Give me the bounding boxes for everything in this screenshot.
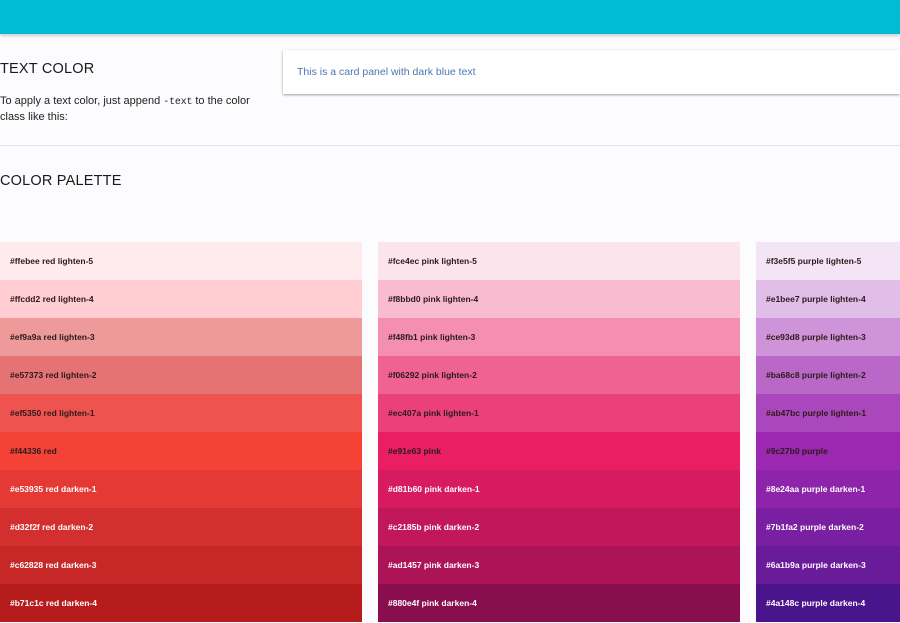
- swatch-purple-darken-3: #6a1b9a purple darken-3: [756, 546, 900, 584]
- swatch-label: #f8bbd0 pink lighten-4: [388, 294, 479, 304]
- text-color-description: To apply a text color, just append -text…: [0, 94, 275, 125]
- swatch-pink-lighten-3: #f48fb1 pink lighten-3: [378, 318, 740, 356]
- top-nav-bar: [0, 0, 900, 34]
- swatch-red-lighten-2: #e57373 red lighten-2: [0, 356, 362, 394]
- swatch-pink-lighten-1: #ec407a pink lighten-1: [378, 394, 740, 432]
- swatch-label: #880e4f pink darken-4: [388, 598, 477, 608]
- swatch-label: #b71c1c red darken-4: [10, 598, 97, 608]
- swatch-label: #ffcdd2 red lighten-4: [10, 294, 94, 304]
- swatch-red-lighten-5: #ffebee red lighten-5: [0, 242, 362, 280]
- swatch-red: #f44336 red: [0, 432, 362, 470]
- swatch-pink-darken-3: #ad1457 pink darken-3: [378, 546, 740, 584]
- swatch-pink-lighten-2: #f06292 pink lighten-2: [378, 356, 740, 394]
- swatch-red-darken-1: #e53935 red darken-1: [0, 470, 362, 508]
- swatch-label: #ba68c8 purple lighten-2: [766, 370, 866, 380]
- swatch-label: #c62828 red darken-3: [10, 560, 97, 570]
- palette-column-purple: #f3e5f5 purple lighten-5 #e1bee7 purple …: [756, 242, 900, 623]
- swatch-label: #9c27b0 purple: [766, 446, 828, 456]
- swatch-label: #f3e5f5 purple lighten-5: [766, 256, 862, 266]
- swatch-label: #ffebee red lighten-5: [10, 256, 94, 266]
- swatch-label: #7b1fa2 purple darken-2: [766, 522, 864, 532]
- section-title-text-color: TEXT COLOR: [0, 61, 95, 77]
- swatch-label: #e1bee7 purple lighten-4: [766, 294, 866, 304]
- swatch-pink: #e91e63 pink: [378, 432, 740, 470]
- swatch-label: #ce93d8 purple lighten-3: [766, 332, 866, 342]
- code-snippet: -text: [163, 97, 193, 108]
- swatch-pink-lighten-4: #f8bbd0 pink lighten-4: [378, 280, 740, 318]
- card-panel: This is a card panel with dark blue text: [283, 50, 900, 94]
- swatch-label: #ab47bc purple lighten-1: [766, 408, 867, 418]
- swatch-label: #d81b60 pink darken-1: [388, 484, 480, 494]
- swatch-label: #f48fb1 pink lighten-3: [388, 332, 476, 342]
- swatch-red-darken-4: #b71c1c red darken-4: [0, 584, 362, 622]
- swatch-label: #ad1457 pink darken-3: [388, 560, 480, 570]
- swatch-red-lighten-1: #ef5350 red lighten-1: [0, 394, 362, 432]
- palette-column-pink: #fce4ec pink lighten-5 #f8bbd0 pink ligh…: [378, 242, 740, 623]
- swatch-label: #e57373 red lighten-2: [10, 370, 97, 380]
- swatch-purple-lighten-4: #e1bee7 purple lighten-4: [756, 280, 900, 318]
- swatch-purple-lighten-5: #f3e5f5 purple lighten-5: [756, 242, 900, 280]
- swatch-label: #fce4ec pink lighten-5: [388, 256, 477, 266]
- swatch-pink-darken-4: #880e4f pink darken-4: [378, 584, 740, 622]
- swatch-label: #f44336 red: [10, 446, 57, 456]
- swatch-label: #e53935 red darken-1: [10, 484, 97, 494]
- swatch-purple-darken-1: #8e24aa purple darken-1: [756, 470, 900, 508]
- section-title-color-palette: COLOR PALETTE: [0, 173, 122, 189]
- swatch-pink-darken-1: #d81b60 pink darken-1: [378, 470, 740, 508]
- swatch-purple-lighten-2: #ba68c8 purple lighten-2: [756, 356, 900, 394]
- swatch-purple-lighten-3: #ce93d8 purple lighten-3: [756, 318, 900, 356]
- swatch-red-darken-2: #d32f2f red darken-2: [0, 508, 362, 546]
- swatch-label: #ef5350 red lighten-1: [10, 408, 95, 418]
- swatch-purple-darken-4: #4a148c purple darken-4: [756, 584, 900, 622]
- swatch-purple: #9c27b0 purple: [756, 432, 900, 470]
- swatch-label: #ec407a pink lighten-1: [388, 408, 479, 418]
- swatch-label: #c2185b pink darken-2: [388, 522, 480, 532]
- swatch-red-darken-3: #c62828 red darken-3: [0, 546, 362, 584]
- swatch-label: #d32f2f red darken-2: [10, 522, 94, 532]
- swatch-label: #f06292 pink lighten-2: [388, 370, 477, 380]
- swatch-label: #6a1b9a purple darken-3: [766, 560, 866, 570]
- swatch-purple-darken-2: #7b1fa2 purple darken-2: [756, 508, 900, 546]
- section-divider: [0, 145, 900, 146]
- card-panel-text: This is a card panel with dark blue text: [297, 66, 476, 78]
- swatch-label: #4a148c purple darken-4: [766, 598, 866, 608]
- swatch-red-lighten-4: #ffcdd2 red lighten-4: [0, 280, 362, 318]
- swatch-purple-lighten-1: #ab47bc purple lighten-1: [756, 394, 900, 432]
- palette-column-red: #ffebee red lighten-5 #ffcdd2 red lighte…: [0, 242, 362, 623]
- description-start: To apply a text color, just append: [0, 95, 164, 107]
- swatch-red-lighten-3: #ef9a9a red lighten-3: [0, 318, 362, 356]
- swatch-label: #8e24aa purple darken-1: [766, 484, 866, 494]
- swatch-label: #ef9a9a red lighten-3: [10, 332, 95, 342]
- swatch-pink-darken-2: #c2185b pink darken-2: [378, 508, 740, 546]
- swatch-pink-lighten-5: #fce4ec pink lighten-5: [378, 242, 740, 280]
- swatch-label: #e91e63 pink: [388, 446, 441, 456]
